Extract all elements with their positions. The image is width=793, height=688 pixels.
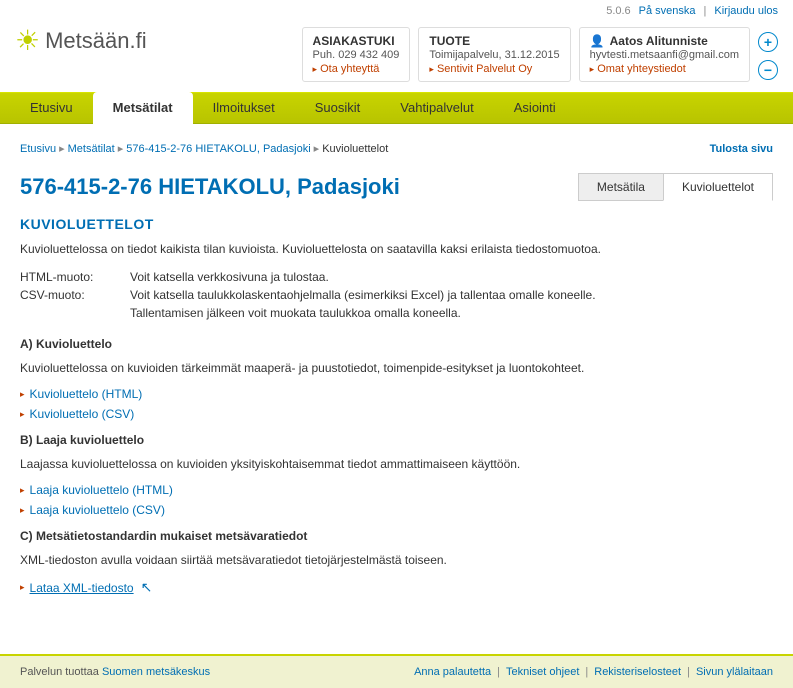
footer-feedback-link[interactable]: Anna palautetta [414, 666, 491, 678]
nav-vahtipalvelut[interactable]: Vahtipalvelut [380, 92, 493, 123]
arrow-icon: ▸ [20, 505, 25, 516]
section-a-desc: Kuvioluettelossa on kuvioiden tärkeimmät… [20, 359, 773, 377]
breadcrumb-current: Kuvioluettelot [322, 143, 388, 155]
arrow-icon: ▸ [20, 389, 25, 400]
format-html-label: HTML-muoto: [20, 268, 130, 286]
link-text: Lataa XML-tiedosto [30, 581, 134, 595]
chevron-icon: ▸ [59, 142, 65, 155]
footer-provider: Palvelun tuottaa Suomen metsäkeskus [20, 666, 210, 678]
format-csv-label: CSV-muoto: [20, 286, 130, 304]
format-list: HTML-muoto: Voit katsella verkkosivuna j… [20, 268, 773, 322]
provider-link[interactable]: Suomen metsäkeskus [102, 666, 210, 678]
section-c-desc: XML-tiedoston avulla voidaan siirtää met… [20, 551, 773, 569]
section-b-desc: Laajassa kuvioluettelossa on kuvioiden y… [20, 455, 773, 473]
breadcrumb: Etusivu ▸ Metsätilat ▸ 576-415-2-76 HIET… [20, 134, 773, 163]
page-title-row: 576-415-2-76 HIETAKOLU, Padasjoki Metsät… [20, 173, 773, 201]
cursor-icon: ↖ [141, 579, 153, 596]
arrow-icon: ▸ [20, 485, 25, 496]
provider-label: Palvelun tuottaa [20, 666, 102, 678]
format-csv-desc2: Tallentamisen jälkeen voit muokata taulu… [130, 304, 461, 322]
header: ☀ Metsään.fi ASIAKASTUKI Puh. 029 432 40… [0, 22, 793, 92]
kuvioluettelo-html-link[interactable]: ▸ Kuvioluettelo (HTML) [20, 387, 773, 401]
product-box: TUOTE Toimijapalvelu, 31.12.2015 ▸ Senti… [418, 27, 570, 82]
logo-text: Metsään.fi [45, 28, 147, 54]
laaja-csv-link[interactable]: ▸ Laaja kuvioluettelo (CSV) [20, 503, 773, 517]
link-text: Kuvioluettelo (HTML) [30, 387, 143, 401]
logo-icon: ☀ [15, 27, 40, 55]
product-title: TUOTE [429, 34, 559, 48]
main-nav: Etusivu Metsätilat Ilmoitukset Suosikit … [0, 92, 793, 124]
breadcrumb-item[interactable]: Metsätilat [68, 143, 115, 155]
support-phone: Puh. 029 432 409 [313, 49, 400, 61]
logout-link[interactable]: Kirjaudu ulos [714, 5, 778, 17]
section-c-title: C) Metsätietostandardin mukaiset metsäva… [20, 529, 773, 543]
breadcrumb-item[interactable]: Etusivu [20, 143, 56, 155]
top-bar: 5.0.6 På svenska | Kirjaudu ulos [0, 0, 793, 22]
format-html-desc: Voit katsella verkkosivuna ja tulostaa. [130, 268, 329, 286]
arrow-icon: ▸ [20, 409, 25, 420]
nav-suosikit[interactable]: Suosikit [295, 92, 381, 123]
support-link-text: Ota yhteyttä [320, 63, 379, 75]
zoom-out-button[interactable]: − [758, 60, 778, 80]
user-email: hyvtesti.metsaanfi@gmail.com [590, 49, 739, 61]
user-name: Aatos Alitunniste [610, 34, 708, 48]
breadcrumb-item[interactable]: 576-415-2-76 HIETAKOLU, Padasjoki [126, 143, 310, 155]
product-link-text: Sentivit Palvelut Oy [437, 63, 532, 75]
nav-asiointi[interactable]: Asiointi [494, 92, 576, 123]
lataa-xml-link[interactable]: ▸ Lataa XML-tiedosto ↖ [20, 579, 773, 596]
print-link[interactable]: Tulosta sivu [710, 143, 773, 155]
arrow-icon: ▸ [590, 64, 595, 75]
user-link-text: Omat yhteystiedot [597, 63, 686, 75]
support-link[interactable]: ▸ Ota yhteyttä [313, 63, 400, 75]
section-a-title: A) Kuvioluettelo [20, 337, 773, 351]
footer-links: Anna palautetta | Tekniset ohjeet | Reki… [414, 666, 773, 678]
section-b-title: B) Laaja kuvioluettelo [20, 433, 773, 447]
laaja-html-link[interactable]: ▸ Laaja kuvioluettelo (HTML) [20, 483, 773, 497]
tab-kuvioluettelot[interactable]: Kuvioluettelot [663, 173, 773, 201]
logo[interactable]: ☀ Metsään.fi [15, 27, 147, 55]
page-title: 576-415-2-76 HIETAKOLU, Padasjoki [20, 174, 400, 200]
content: Etusivu ▸ Metsätilat ▸ 576-415-2-76 HIET… [0, 124, 793, 624]
chevron-icon: ▸ [314, 142, 320, 155]
arrow-icon: ▸ [429, 64, 434, 75]
info-boxes: ASIAKASTUKI Puh. 029 432 409 ▸ Ota yhtey… [302, 27, 778, 82]
support-title: ASIAKASTUKI [313, 34, 400, 48]
zoom-controls: + − [758, 27, 778, 80]
zoom-in-button[interactable]: + [758, 32, 778, 52]
arrow-icon: ▸ [20, 582, 25, 593]
chevron-icon: ▸ [118, 142, 124, 155]
user-box: 👤 Aatos Alitunniste hyvtesti.metsaanfi@g… [579, 27, 750, 82]
page-tabs: Metsätila Kuvioluettelot [578, 173, 773, 201]
format-csv-desc1: Voit katsella taulukkolaskentaohjelmalla… [130, 286, 596, 304]
kuvioluettelo-csv-link[interactable]: ▸ Kuvioluettelo (CSV) [20, 407, 773, 421]
user-link[interactable]: ▸ Omat yhteystiedot [590, 63, 739, 75]
footer-tech-link[interactable]: Tekniset ohjeet [506, 666, 579, 678]
separator: | [704, 5, 707, 17]
link-text: Kuvioluettelo (CSV) [30, 407, 135, 421]
person-icon: 👤 [590, 34, 605, 48]
user-title: 👤 Aatos Alitunniste [590, 34, 739, 48]
intro-text: Kuvioluettelossa on tiedot kaikista tila… [20, 240, 773, 258]
product-sub: Toimijapalvelu, 31.12.2015 [429, 49, 559, 61]
tab-metsatila[interactable]: Metsätila [578, 173, 663, 201]
nav-ilmoitukset[interactable]: Ilmoitukset [193, 92, 295, 123]
product-link[interactable]: ▸ Sentivit Palvelut Oy [429, 63, 559, 75]
footer: Palvelun tuottaa Suomen metsäkeskus Anna… [0, 654, 793, 688]
section-heading: KUVIOLUETTELOT [20, 216, 773, 232]
arrow-icon: ▸ [313, 64, 318, 75]
nav-etusivu[interactable]: Etusivu [10, 92, 93, 123]
footer-top-link[interactable]: Sivun ylälaitaan [696, 666, 773, 678]
link-text: Laaja kuvioluettelo (HTML) [30, 483, 173, 497]
support-box: ASIAKASTUKI Puh. 029 432 409 ▸ Ota yhtey… [302, 27, 411, 82]
nav-metsatilat[interactable]: Metsätilat [93, 92, 193, 124]
footer-registry-link[interactable]: Rekisteriselosteet [594, 666, 681, 678]
language-link[interactable]: På svenska [639, 5, 696, 17]
link-text: Laaja kuvioluettelo (CSV) [30, 503, 165, 517]
version-label: 5.0.6 [606, 5, 630, 17]
